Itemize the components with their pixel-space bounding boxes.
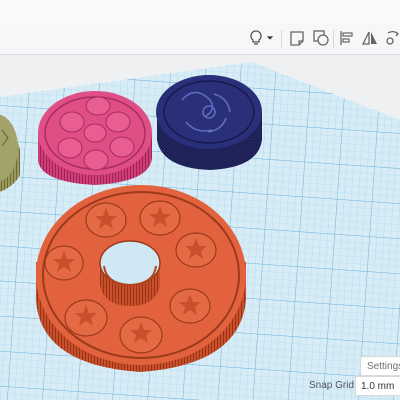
- toolbar-divider: [333, 30, 334, 48]
- note-icon[interactable]: [286, 27, 308, 49]
- toolbar-divider: [281, 30, 282, 48]
- flip-icon[interactable]: [382, 27, 400, 49]
- 3d-viewport[interactable]: Settings Snap Grid 1.0 mm: [0, 55, 400, 400]
- pink-flower-disc[interactable]: [38, 91, 152, 185]
- orange-star-ring[interactable]: [36, 185, 246, 372]
- top-bar: [0, 0, 400, 24]
- mirror-icon[interactable]: [359, 27, 381, 49]
- snap-grid-value: 1.0 mm: [361, 380, 395, 392]
- toolbar: [0, 24, 400, 55]
- settings-label: Settings: [367, 360, 400, 372]
- snap-grid-label: Snap Grid: [309, 380, 355, 391]
- workplane-scene[interactable]: [0, 55, 400, 400]
- align-icon[interactable]: [336, 27, 358, 49]
- settings-button[interactable]: Settings: [360, 356, 400, 376]
- snap-grid-select[interactable]: 1.0 mm: [355, 376, 400, 396]
- group-icon[interactable]: [310, 27, 332, 49]
- navy-pattern-disc[interactable]: [156, 75, 262, 170]
- dropdown-caret-icon[interactable]: [263, 27, 277, 49]
